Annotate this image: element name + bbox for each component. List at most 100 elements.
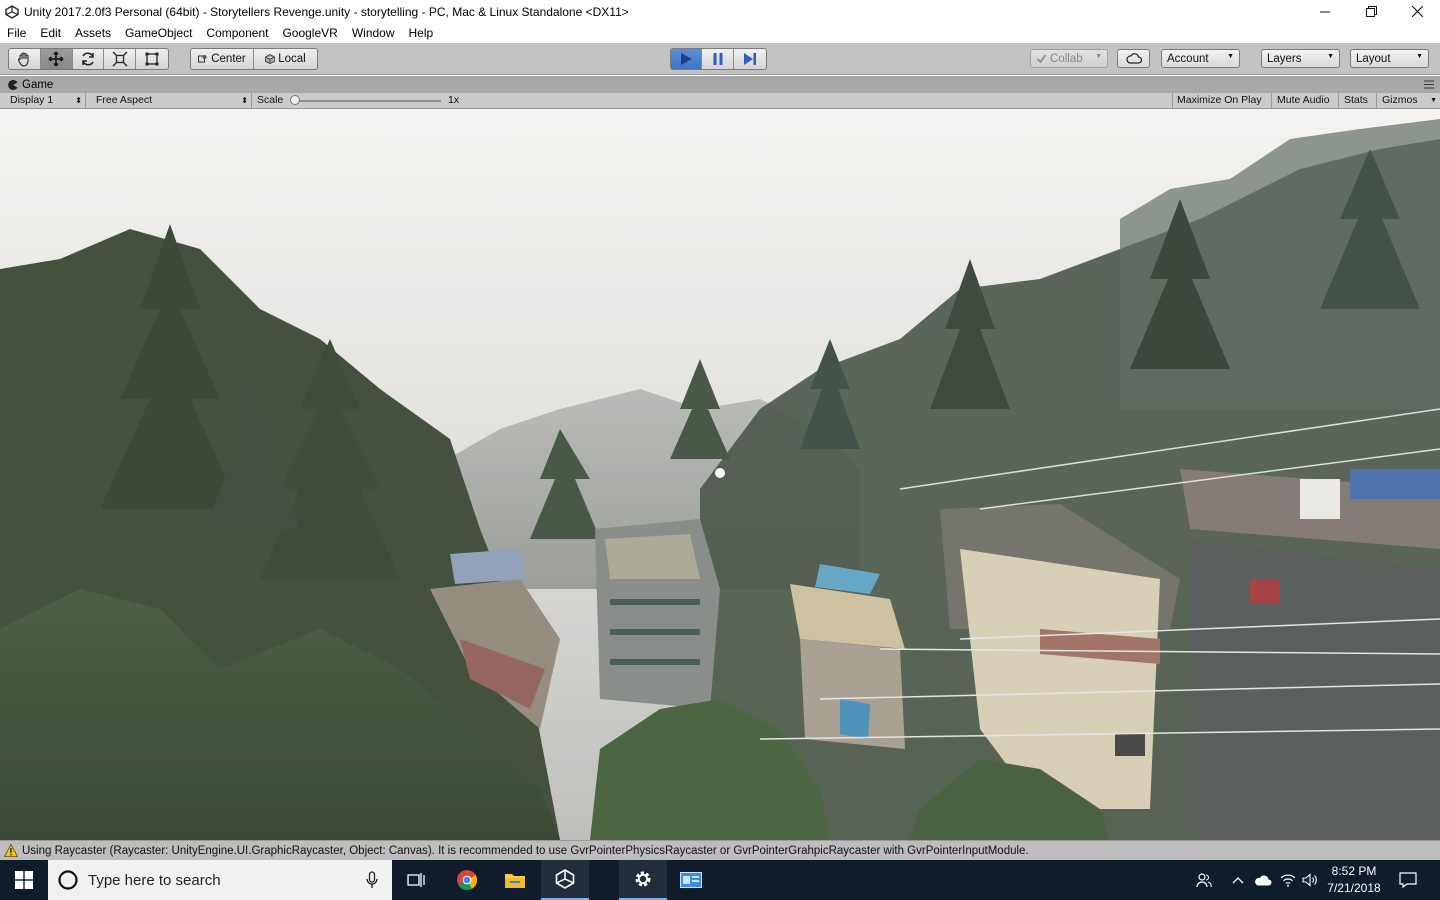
tab-game[interactable]: Game — [0, 76, 53, 93]
scale-icon — [112, 51, 128, 67]
account-dropdown[interactable]: Account ▼ — [1161, 49, 1240, 68]
space-local-button[interactable]: Local — [254, 49, 317, 69]
step-forward-icon — [743, 53, 756, 65]
microphone-icon[interactable] — [366, 871, 378, 889]
console-status-bar[interactable]: Using Raycaster (Raycaster: UnityEngine.… — [0, 840, 1440, 860]
scene-render — [0, 109, 1440, 840]
cloud-button[interactable] — [1117, 49, 1150, 68]
updown-icon: ⬍ — [241, 96, 248, 105]
layers-label: Layers — [1267, 52, 1302, 65]
aspect-label: Free Aspect — [96, 94, 153, 106]
pause-button[interactable] — [702, 49, 734, 69]
rect-tool-button[interactable] — [136, 49, 168, 69]
aspect-dropdown[interactable]: Free Aspect ⬍ — [92, 93, 252, 108]
account-label: Account — [1167, 52, 1209, 65]
settings-taskbar-button[interactable] — [619, 860, 667, 900]
chevron-up-icon — [1232, 877, 1244, 884]
collab-dropdown[interactable]: Collab ▼ — [1030, 49, 1108, 68]
minimize-button[interactable] — [1302, 0, 1348, 23]
rotate-tool-button[interactable] — [73, 49, 105, 69]
space-local-label: Local — [278, 53, 306, 65]
chevron-down-icon: ▼ — [1430, 97, 1437, 104]
restore-icon — [1365, 6, 1377, 17]
collab-label: Collab — [1050, 52, 1083, 65]
pivot-center-button[interactable]: Center — [191, 49, 255, 69]
menu-googlevr[interactable]: GoogleVR — [275, 23, 344, 43]
notification-icon — [1399, 872, 1417, 888]
clock-date: 7/21/2018 — [1327, 881, 1381, 895]
display-dropdown[interactable]: Display 1 ⬍ — [6, 93, 86, 108]
hand-tool-button[interactable] — [9, 49, 41, 69]
checkmark-icon — [1036, 54, 1047, 64]
warning-icon — [4, 844, 18, 857]
gizmos-label: Gizmos — [1382, 94, 1418, 106]
unity-taskbar-button[interactable] — [541, 860, 589, 900]
unity-logo-icon — [555, 869, 575, 889]
move-arrows-icon — [48, 51, 64, 67]
search-placeholder: Type here to search — [88, 871, 221, 889]
taskbar-search-box[interactable]: Type here to search — [48, 860, 392, 900]
game-tab-header: Game — [0, 76, 1440, 93]
task-view-button[interactable] — [392, 860, 440, 900]
menu-file[interactable]: File — [0, 23, 33, 43]
action-center-button[interactable] — [1388, 860, 1428, 900]
step-button[interactable] — [734, 49, 766, 69]
layers-dropdown[interactable]: Layers ▼ — [1261, 49, 1340, 68]
pacman-icon — [8, 79, 18, 90]
transform-tools — [8, 48, 169, 70]
minimize-icon — [1320, 11, 1330, 12]
main-toolbar: Center Local Collab ▼ Account ▼ Layers ▼… — [0, 43, 1440, 75]
menu-help[interactable]: Help — [402, 23, 441, 43]
task-view-icon — [407, 873, 425, 887]
cloud-icon — [1255, 875, 1272, 885]
move-tool-button[interactable] — [40, 49, 73, 69]
tab-game-label: Game — [22, 78, 54, 91]
gizmos-dropdown[interactable]: Gizmos ▼ — [1378, 93, 1440, 108]
cortana-circle-icon — [58, 870, 78, 890]
window-app-icon — [680, 872, 702, 888]
pause-icon — [713, 53, 723, 65]
chrome-taskbar-button[interactable] — [443, 860, 491, 900]
window-title: Unity 2017.2.0f3 Personal (64bit) - Stor… — [24, 4, 629, 19]
mute-audio-toggle[interactable]: Mute Audio — [1273, 93, 1339, 108]
tab-menu-icon[interactable] — [1424, 80, 1434, 92]
play-button[interactable] — [671, 49, 703, 69]
layout-dropdown[interactable]: Layout ▼ — [1350, 49, 1429, 68]
people-button[interactable] — [1190, 860, 1218, 900]
close-button[interactable] — [1394, 0, 1440, 23]
scale-value: 1x — [448, 94, 460, 106]
taskbar-clock[interactable]: 8:52 PM 7/21/2018 — [1322, 863, 1386, 897]
stats-toggle[interactable]: Stats — [1340, 93, 1377, 108]
show-hidden-icons-button[interactable] — [1226, 860, 1250, 900]
maximize-on-play-toggle[interactable]: Maximize On Play — [1172, 93, 1272, 108]
play-icon — [681, 53, 693, 65]
menu-bar: File Edit Assets GameObject Component Go… — [0, 23, 1440, 43]
cube-icon — [265, 54, 276, 64]
onedrive-button[interactable] — [1251, 860, 1275, 900]
network-button[interactable] — [1277, 860, 1299, 900]
rect-transform-icon — [145, 52, 159, 66]
pivot-icon — [198, 55, 207, 63]
menu-component[interactable]: Component — [199, 23, 275, 43]
app-taskbar-button[interactable] — [667, 860, 715, 900]
layout-label: Layout — [1356, 52, 1391, 65]
rotate-icon — [82, 52, 94, 66]
volume-button[interactable] — [1299, 860, 1321, 900]
menu-gameobject[interactable]: GameObject — [118, 23, 199, 43]
chevron-down-icon: ▼ — [1095, 53, 1102, 60]
scale-tool-button[interactable] — [104, 49, 137, 69]
restore-button[interactable] — [1348, 0, 1394, 23]
windows-logo-icon — [15, 871, 33, 889]
menu-assets[interactable]: Assets — [68, 23, 118, 43]
gaze-reticle — [715, 468, 725, 478]
file-explorer-taskbar-button[interactable] — [491, 860, 539, 900]
hand-icon — [18, 52, 29, 67]
menu-window[interactable]: Window — [345, 23, 402, 43]
start-button[interactable] — [0, 860, 48, 900]
menu-edit[interactable]: Edit — [33, 23, 68, 43]
scale-slider-track[interactable] — [294, 100, 441, 102]
game-viewport[interactable] — [0, 109, 1440, 840]
people-icon — [1196, 873, 1212, 888]
scale-slider-thumb[interactable] — [290, 95, 300, 105]
chrome-icon — [457, 870, 478, 891]
